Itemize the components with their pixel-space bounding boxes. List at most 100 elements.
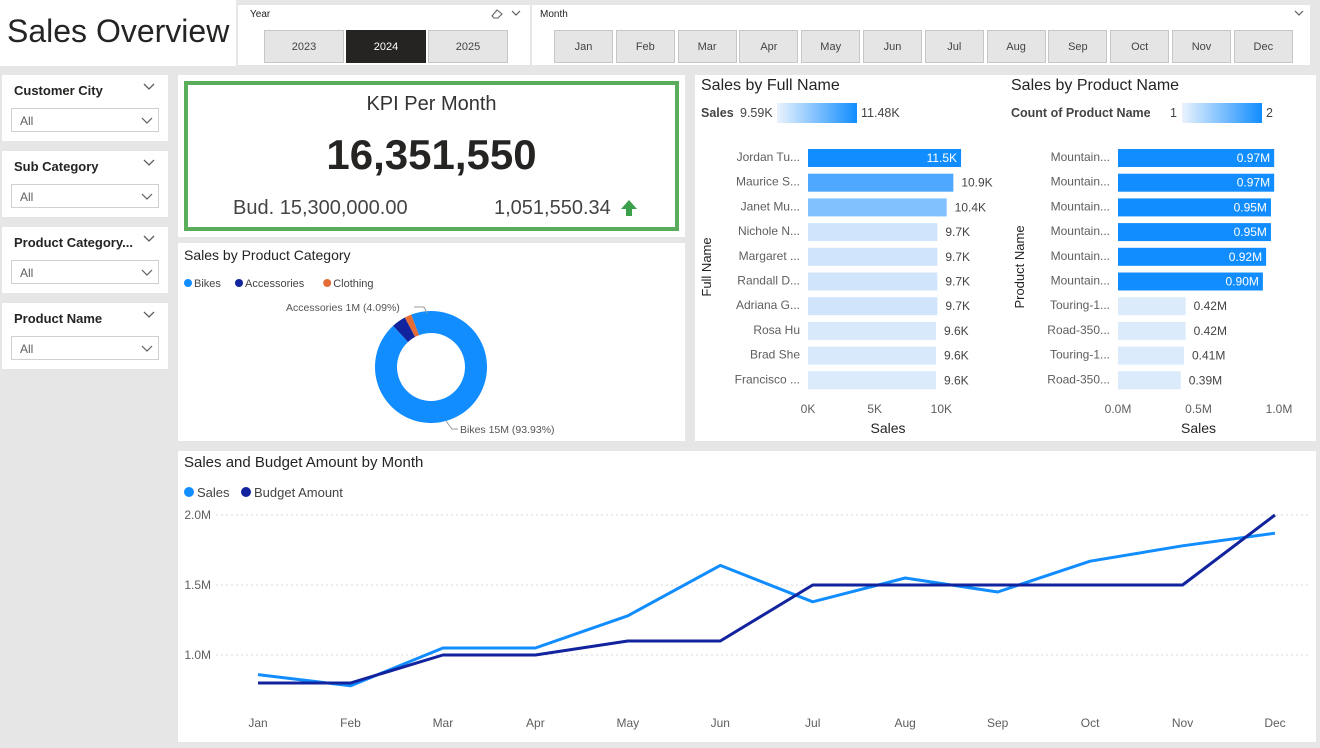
sub-category-dropdown[interactable]: All — [11, 184, 159, 208]
y-category-label: Touring-1... — [1050, 298, 1110, 312]
month-option-feb[interactable]: Feb — [615, 30, 675, 63]
y-category-label: Mountain... — [1051, 224, 1110, 238]
month-option-nov[interactable]: Nov — [1172, 30, 1231, 63]
legend-swatch-bikes — [184, 279, 192, 287]
bar[interactable] — [808, 297, 938, 316]
legend-swatch-clothing — [323, 279, 332, 287]
x-tick-label: May — [616, 716, 639, 730]
chevron-down-icon[interactable] — [142, 81, 156, 93]
y-category-label: Francisco ... — [735, 372, 800, 386]
chevron-down-icon — [141, 117, 153, 124]
x-tick-label: Sep — [987, 716, 1009, 730]
bar[interactable] — [1118, 321, 1186, 340]
year-option-2024[interactable]: 2024 — [346, 30, 426, 63]
bar[interactable] — [808, 321, 936, 340]
series-line-budget-amount[interactable] — [258, 513, 1276, 685]
product-name-slicer: Product Name All — [2, 303, 168, 369]
x-tick-label: Jun — [711, 716, 730, 730]
bar[interactable] — [1118, 297, 1186, 316]
data-label: 9.6K — [944, 373, 969, 387]
y-category-label: Mountain... — [1051, 199, 1110, 213]
kpi-title: KPI Per Month — [366, 93, 497, 115]
legend-label: Budget Amount — [254, 485, 343, 500]
data-label: 0.95M — [1234, 200, 1267, 214]
chevron-down-icon[interactable] — [511, 9, 521, 17]
month-option-dec[interactable]: Dec — [1233, 30, 1293, 63]
legend-swatch — [241, 487, 251, 497]
year-option-2023[interactable]: 2023 — [264, 30, 344, 63]
month-slicer-label: Month — [540, 9, 568, 20]
data-label: 9.6K — [944, 324, 969, 338]
month-option-jul[interactable]: Jul — [924, 30, 984, 63]
month-option-aug[interactable]: Aug — [986, 30, 1046, 63]
month-option-oct[interactable]: Oct — [1110, 30, 1170, 63]
bar[interactable] — [1118, 346, 1185, 365]
data-label: 0.39M — [1189, 373, 1222, 387]
chevron-down-icon[interactable] — [142, 309, 156, 321]
data-label: 9.7K — [945, 250, 970, 264]
product-category-slicer: Product Category... All — [2, 227, 168, 293]
donut-label-accessories: Accessories 1M (4.09%) — [286, 302, 400, 314]
bar[interactable] — [808, 371, 936, 390]
legend-label: Sales — [197, 485, 230, 500]
slicer-label: Sub Category — [14, 159, 99, 174]
product-name-bar-chart: Count of Product Name 1 2 Product Name Sales… — [1011, 103, 1292, 436]
x-tick-label: 0K — [801, 402, 816, 416]
product-name-dropdown[interactable]: All — [11, 336, 159, 360]
chevron-down-icon[interactable] — [1294, 9, 1304, 17]
bar[interactable] — [808, 247, 938, 266]
data-label: 0.97M — [1237, 151, 1270, 165]
donut-slice-bikes[interactable] — [375, 311, 487, 423]
y-category-label: Adriana G... — [736, 298, 800, 312]
dropdown-value: All — [20, 266, 34, 280]
data-label: 0.90M — [1226, 275, 1259, 289]
x-tick-label: 0.5M — [1185, 402, 1212, 416]
donut-label-bikes: Bikes 15M (93.93%) — [460, 424, 555, 436]
x-tick-label: 0.0M — [1105, 402, 1132, 416]
legend-gradient — [1182, 103, 1262, 123]
series-line-sales[interactable] — [257, 531, 1276, 688]
month-option-sep[interactable]: Sep — [1048, 30, 1108, 63]
month-option-jun[interactable]: Jun — [863, 30, 922, 63]
x-axis-title: Sales — [870, 420, 905, 436]
x-tick-label: Dec — [1264, 716, 1285, 730]
bar[interactable] — [808, 223, 938, 242]
customer-city-slicer: Customer City All — [2, 75, 168, 141]
bar[interactable] — [808, 198, 947, 217]
leader-line — [445, 420, 458, 430]
month-option-apr[interactable]: Apr — [739, 30, 799, 63]
legend-max: 2 — [1266, 106, 1273, 120]
kpi-card: KPI Per Month 16,351,550 Bud. 15,300,000… — [178, 75, 685, 237]
y-category-label: Mountain... — [1051, 175, 1110, 189]
product-category-dropdown[interactable]: All — [11, 260, 159, 284]
y-category-label: Mountain... — [1051, 274, 1110, 288]
bar[interactable] — [808, 346, 936, 365]
year-option-2025[interactable]: 2025 — [428, 30, 508, 63]
bar[interactable] — [1118, 371, 1181, 390]
page-title: Sales Overview — [7, 13, 230, 49]
chevron-down-icon[interactable] — [142, 157, 156, 169]
x-tick-label: Apr — [526, 716, 545, 730]
month-option-mar[interactable]: Mar — [677, 30, 737, 63]
bar[interactable] — [808, 272, 938, 291]
chevron-down-icon[interactable] — [142, 233, 156, 245]
legend-label-bikes: Bikes — [194, 278, 221, 290]
x-tick-label: Mar — [433, 716, 454, 730]
data-label: 10.9K — [961, 176, 992, 190]
data-label: 0.97M — [1237, 176, 1270, 190]
x-tick-label: Oct — [1081, 716, 1100, 730]
month-option-may[interactable]: May — [801, 30, 861, 63]
dropdown-value: All — [20, 342, 34, 356]
y-category-label: Mountain... — [1051, 249, 1110, 263]
eraser-icon[interactable] — [490, 8, 504, 20]
legend-title: Sales — [701, 106, 734, 120]
data-label: 0.41M — [1192, 349, 1225, 363]
customer-city-dropdown[interactable]: All — [11, 108, 159, 132]
month-option-jan[interactable]: Jan — [554, 30, 613, 63]
x-tick-label: Jan — [248, 716, 267, 730]
data-label: 10.4K — [955, 200, 986, 214]
bar[interactable] — [808, 173, 954, 192]
title-panel: Sales Overview — [0, 0, 236, 66]
y-tick-label: 1.5M — [184, 578, 211, 592]
x-tick-label: 10K — [931, 402, 952, 416]
